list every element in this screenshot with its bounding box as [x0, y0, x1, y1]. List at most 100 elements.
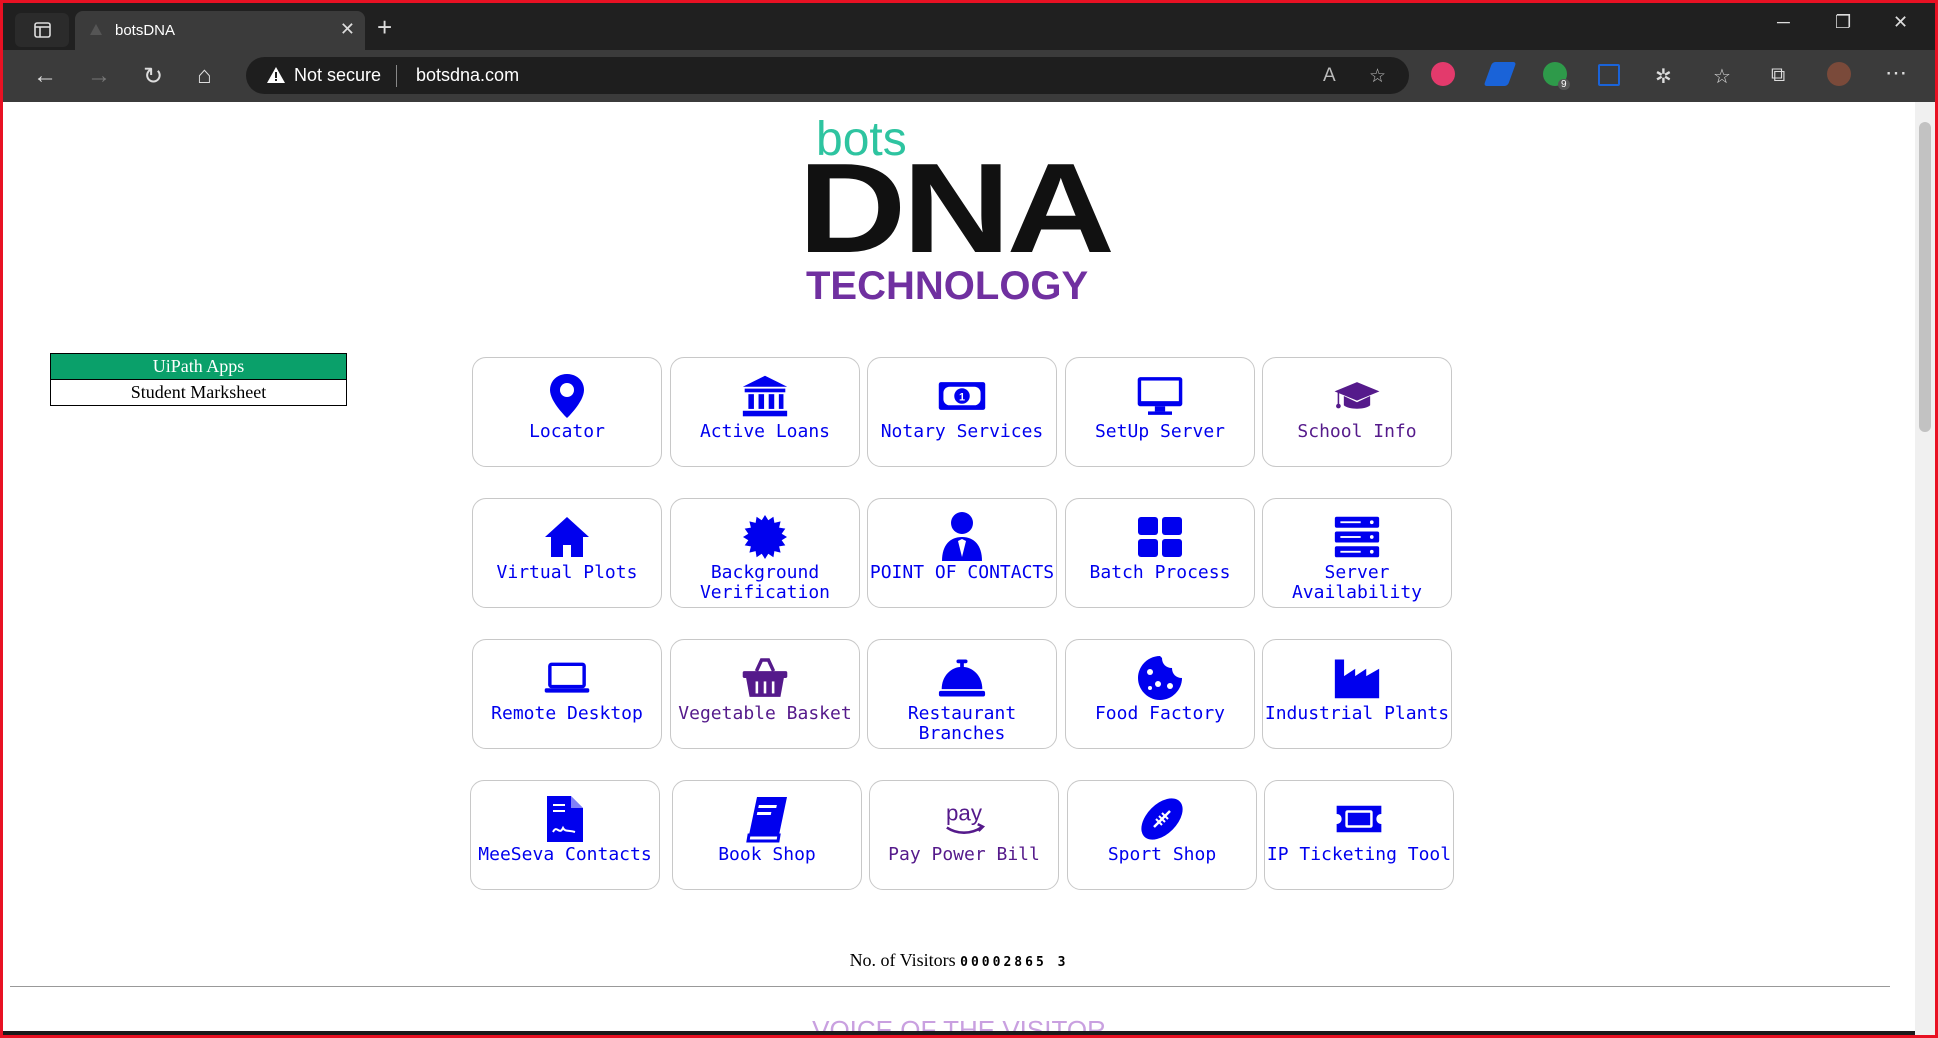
add-favorite-icon[interactable]: ☆ [1369, 65, 1386, 88]
tile-label: IP Ticketing Tool [1266, 844, 1452, 865]
restore-icon[interactable]: ❐ [1835, 12, 1851, 33]
svg-text:1: 1 [959, 392, 965, 404]
svg-text:pay: pay [946, 801, 983, 826]
divider [396, 65, 397, 87]
new-tab-icon[interactable]: + [377, 12, 392, 43]
visitors-count: 00002865 3 [960, 955, 1069, 970]
forward-icon[interactable]: → [87, 62, 111, 90]
tile-setup-server[interactable]: SetUp Server [1065, 357, 1255, 467]
tile-label: Active Loans [699, 421, 831, 442]
tile-restaurant-branches[interactable]: Restaurant Branches [867, 639, 1057, 749]
tile-ip-ticketing-tool[interactable]: IP Ticketing Tool [1264, 780, 1454, 890]
extension-red-icon[interactable] [1431, 62, 1455, 86]
tile-label: SetUp Server [1094, 421, 1226, 442]
uipath-extension-icon[interactable] [1598, 64, 1620, 86]
tile-point-of-contacts[interactable]: POINT OF CONTACTS [867, 498, 1057, 608]
contract-file-icon [541, 795, 589, 843]
divider [10, 986, 1890, 987]
tile-label: Batch Process [1089, 562, 1231, 583]
location-pin-icon [543, 372, 591, 420]
tile-label: Book Shop [718, 844, 816, 865]
desktop-monitor-icon [1136, 372, 1184, 420]
url-text[interactable]: botsdna.com [416, 65, 519, 86]
tile-book-shop[interactable]: Book Shop [672, 780, 862, 890]
footer-band [3, 1031, 1915, 1035]
extensions-puzzle-icon[interactable]: ✲ [1655, 64, 1672, 89]
industry-icon [1333, 654, 1381, 702]
minimize-icon[interactable]: ─ [1777, 12, 1790, 33]
uipath-apps-header: UiPath Apps [50, 353, 347, 380]
cookie-icon [1136, 654, 1184, 702]
site-favicon-icon [90, 24, 102, 35]
concierge-bell-icon [938, 654, 986, 702]
uipath-apps-table: UiPath Apps Student Marksheet [50, 353, 347, 406]
tile-locator[interactable]: Locator [472, 357, 662, 467]
bank-icon [741, 372, 789, 420]
tile-label: Server Availability [1291, 562, 1423, 603]
basket-icon [741, 654, 789, 702]
book-icon [743, 795, 791, 843]
logo-technology-text: TECHNOLOGY [806, 264, 1089, 308]
graduation-cap-icon [1333, 372, 1381, 420]
tile-label: Sport Shop [1107, 844, 1217, 865]
tile-notary-services[interactable]: 1 Notary Services [867, 357, 1057, 467]
tile-batch-process[interactable]: Batch Process [1065, 498, 1255, 608]
certificate-icon [741, 513, 789, 561]
football-icon [1138, 795, 1186, 843]
amazon-pay-icon: pay [940, 795, 988, 843]
scrollbar[interactable] [1915, 102, 1935, 1035]
tab-actions-icon [34, 22, 51, 38]
visitor-counter: No. of Visitors 00002865 3 [3, 950, 1915, 971]
address-toolbar: ← → ↻ ⌂ Not secure botsdna.com A ☆ 9 ✲ ☆… [3, 50, 1935, 102]
house-icon [543, 513, 591, 561]
server-icon [1333, 513, 1381, 561]
browser-window: botsDNA ✕ + ─ ❐ ✕ ← → ↻ ⌂ Not secure bot… [0, 0, 1938, 1038]
tile-active-loans[interactable]: Active Loans [670, 357, 860, 467]
tile-background-verification[interactable]: Background Verification [670, 498, 860, 608]
tile-virtual-plots[interactable]: Virtual Plots [472, 498, 662, 608]
address-bar[interactable]: Not secure botsdna.com A ☆ [246, 57, 1409, 94]
student-marksheet-link[interactable]: Student Marksheet [50, 379, 347, 406]
tile-school-info[interactable]: School Info [1262, 357, 1452, 467]
tile-label: POINT OF CONTACTS [869, 562, 1055, 583]
close-tab-icon[interactable]: ✕ [340, 19, 355, 40]
tab-actions-button[interactable] [15, 13, 69, 47]
close-window-icon[interactable]: ✕ [1893, 12, 1908, 33]
tile-label: Background Verification [699, 562, 831, 603]
tile-label: MeeSeva Contacts [478, 844, 652, 865]
grid-icon [1136, 513, 1184, 561]
visitors-label: No. of Visitors [849, 950, 956, 970]
more-menu-icon[interactable]: ⋯ [1885, 60, 1907, 86]
back-icon[interactable]: ← [33, 62, 57, 90]
tile-label: Locator [529, 421, 605, 442]
collections-icon[interactable]: ⧉ [1771, 64, 1785, 87]
tile-label: Pay Power Bill [888, 844, 1040, 865]
profile-avatar[interactable] [1827, 62, 1851, 86]
user-tie-icon [938, 512, 986, 561]
browser-tab[interactable]: botsDNA ✕ [75, 11, 365, 50]
tab-strip: botsDNA ✕ + ─ ❐ ✕ [3, 3, 1935, 50]
tile-sport-shop[interactable]: Sport Shop [1067, 780, 1257, 890]
tile-label: Virtual Plots [496, 562, 638, 583]
home-icon[interactable]: ⌂ [197, 62, 212, 90]
tile-pay-power-bill[interactable]: pay Pay Power Bill [869, 780, 1059, 890]
ticket-icon [1335, 795, 1383, 843]
tile-industrial-plants[interactable]: Industrial Plants [1262, 639, 1452, 749]
tile-remote-desktop[interactable]: Remote Desktop [472, 639, 662, 749]
read-aloud-icon[interactable]: A [1323, 65, 1336, 87]
refresh-icon[interactable]: ↻ [143, 62, 163, 91]
warning-icon [267, 67, 285, 83]
scrollbar-thumb[interactable] [1919, 122, 1931, 432]
logo-dna-text: DNA [798, 136, 1115, 280]
favorites-icon[interactable]: ☆ [1713, 64, 1731, 89]
power-automate-icon[interactable] [1483, 62, 1517, 86]
extension-badge: 9 [1558, 79, 1570, 90]
tile-label: Industrial Plants [1264, 703, 1450, 724]
tile-vegetable-basket[interactable]: Vegetable Basket [670, 639, 860, 749]
page-content: bots DNA TECHNOLOGY UiPath Apps Student … [3, 102, 1915, 1035]
tile-label: Restaurant Branches [907, 703, 1017, 744]
laptop-icon [543, 654, 591, 702]
tile-meeseva-contacts[interactable]: MeeSeva Contacts [470, 780, 660, 890]
tile-server-availability[interactable]: Server Availability [1262, 498, 1452, 608]
tile-food-factory[interactable]: Food Factory [1065, 639, 1255, 749]
